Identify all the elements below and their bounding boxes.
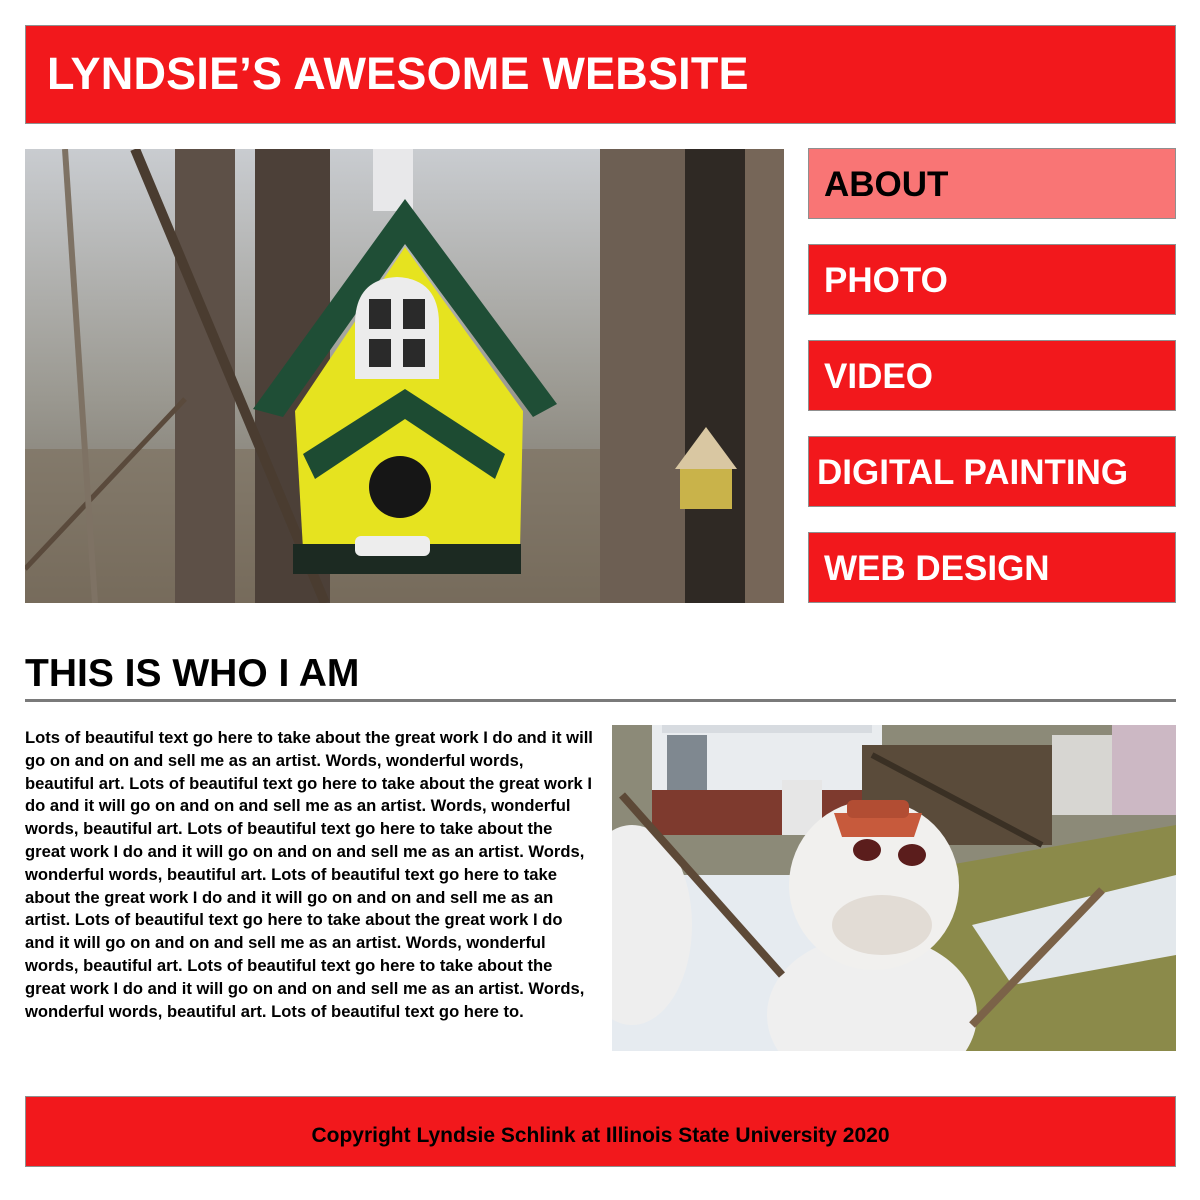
nav-item-photo[interactable]: PHOTO [808,244,1176,315]
about-heading: THIS IS WHO I AM [25,652,360,695]
section-divider [25,699,1176,702]
nav-item-digital-painting[interactable]: DIGITAL PAINTING [808,436,1176,507]
site-title: LYNDSIE’S AWESOME WEBSITE [47,48,749,99]
copyright-text: Copyright Lyndsie Schlink at Illinois St… [311,1124,890,1147]
nav-item-video[interactable]: VIDEO [808,340,1176,411]
hero-image-birdhouse [25,149,784,603]
nav-item-label: ABOUT [824,165,949,204]
nav-item-web-design[interactable]: WEB DESIGN [808,532,1176,603]
about-body-text: Lots of beautiful text go here to take a… [25,728,593,1021]
site-footer: Copyright Lyndsie Schlink at Illinois St… [25,1096,1176,1167]
nav-item-label: WEB DESIGN [824,549,1050,588]
nav-item-label: DIGITAL PAINTING [817,453,1129,492]
nav-item-about[interactable]: ABOUT [808,148,1176,219]
nav-item-label: VIDEO [824,357,933,396]
nav-item-label: PHOTO [824,261,948,300]
site-header: LYNDSIE’S AWESOME WEBSITE [25,25,1176,124]
snowman-photo [612,725,1176,1051]
